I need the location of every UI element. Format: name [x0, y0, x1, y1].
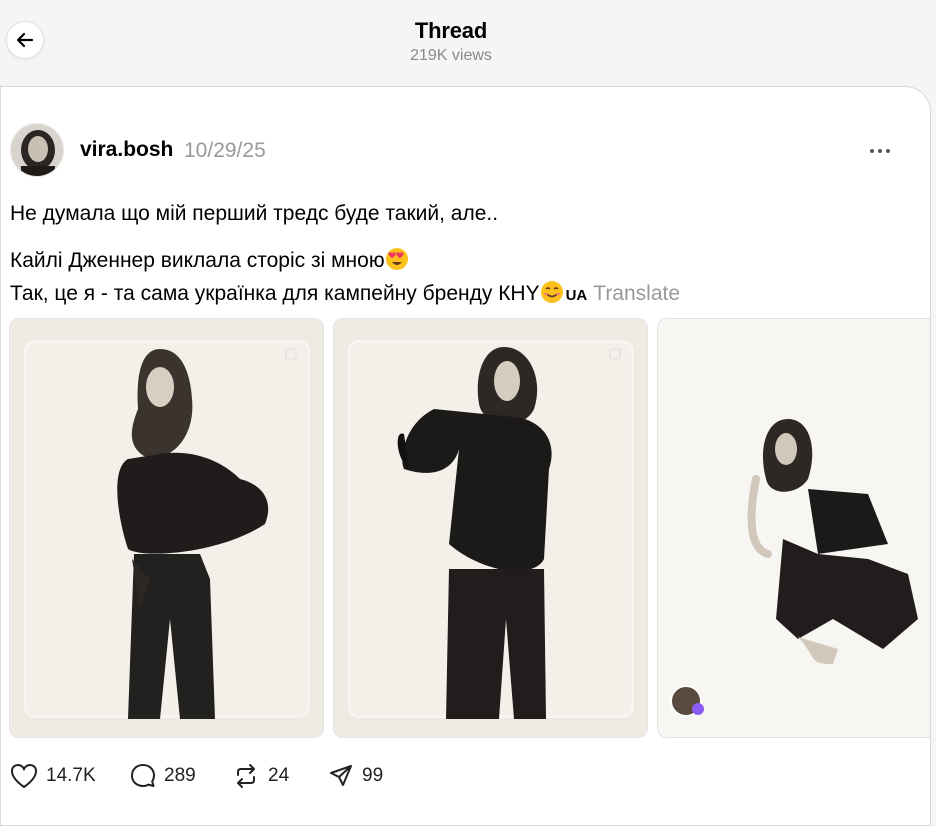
repost-button[interactable]: 24: [232, 761, 289, 791]
post-text-line-2: Кайлі Дженнер виклала сторіс зі мною: [10, 247, 409, 273]
heart-icon: [10, 763, 38, 789]
post-text-line-1: Не думала що мій перший тредс буде такий…: [10, 202, 499, 225]
post-text-line-3-text: Так, це я - та сама українка для кампейн…: [10, 282, 540, 305]
translate-link[interactable]: Translate: [593, 282, 680, 305]
more-options-icon: [870, 149, 890, 153]
thread-post-card: vira.bosh 10/29/25 Не думала що мій перш…: [0, 86, 931, 826]
page-title: Thread: [414, 18, 488, 43]
like-button[interactable]: 14.7K: [10, 761, 96, 791]
view-count: 219K views: [410, 47, 492, 64]
post-text-line-2-text: Кайлі Дженнер виклала сторіс зі мною: [10, 249, 385, 272]
repost-icon: [237, 764, 255, 788]
post-text-line-3: Так, це я - та сама українка для кампейн…: [10, 280, 680, 306]
winking-face-emoji: [540, 281, 563, 303]
post-image-3[interactable]: [657, 318, 930, 738]
post-image-2[interactable]: [333, 318, 648, 738]
share-count: 99: [362, 765, 384, 786]
post-image-1[interactable]: [9, 318, 324, 738]
post-date: 10/29/25: [184, 139, 266, 162]
comment-button[interactable]: 289: [130, 761, 196, 791]
username[interactable]: vira.bosh: [80, 138, 173, 162]
language-tag: UA: [565, 287, 588, 304]
avatar[interactable]: [10, 123, 64, 177]
comment-icon: [131, 764, 155, 787]
share-button[interactable]: 99: [328, 761, 383, 791]
like-count: 14.7K: [46, 765, 96, 786]
more-options-button[interactable]: [859, 139, 901, 163]
repost-count: 24: [268, 765, 290, 786]
share-icon: [330, 765, 352, 786]
heart-eyes-emoji: [385, 248, 408, 270]
comment-count: 289: [164, 765, 196, 786]
